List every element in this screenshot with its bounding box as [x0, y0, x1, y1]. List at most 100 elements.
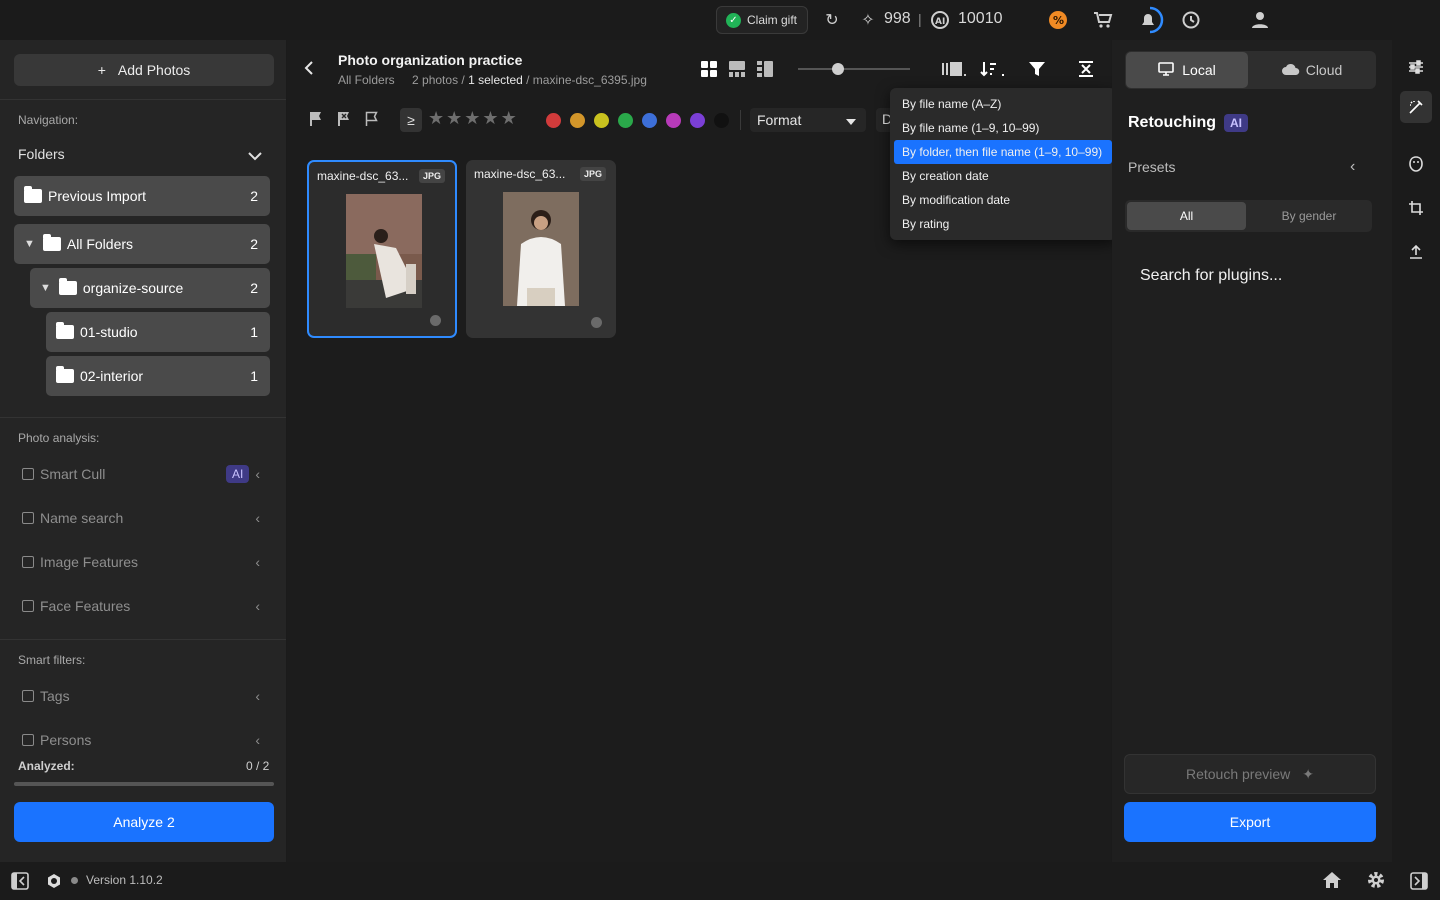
star-icon[interactable]: ★	[501, 108, 517, 129]
flag-picked-icon[interactable]	[309, 111, 323, 132]
back-icon[interactable]	[302, 58, 322, 80]
crop-icon[interactable]	[1400, 192, 1432, 224]
presets-label[interactable]: Presets	[1128, 159, 1175, 175]
chevron-left-icon[interactable]: ‹	[255, 688, 260, 704]
color-label-dot[interactable]	[714, 113, 729, 128]
compare-view-icon[interactable]	[757, 61, 773, 82]
color-label-dot[interactable]	[642, 113, 657, 128]
smart-cull-option[interactable]: Smart Cull AI ‹	[22, 464, 272, 484]
color-label-dot[interactable]	[618, 113, 633, 128]
color-label-dot[interactable]	[591, 317, 602, 328]
settings-gear-icon[interactable]	[1366, 870, 1386, 895]
chevron-left-icon[interactable]: ‹	[255, 510, 260, 526]
folder-previous-import[interactable]: Previous Import 2	[14, 176, 270, 216]
notifications-icon[interactable]	[1134, 0, 1164, 40]
color-label-filter[interactable]	[546, 113, 729, 128]
color-label-dot[interactable]	[430, 315, 441, 326]
chevron-down-icon[interactable]: ▼	[40, 282, 51, 294]
folder-all-folders[interactable]: ▼ All Folders 2	[14, 224, 270, 264]
tags-filter[interactable]: Tags ‹	[22, 686, 272, 706]
collapse-left-panel-icon[interactable]	[11, 872, 29, 895]
export-upload-icon[interactable]	[1400, 236, 1432, 268]
photo-thumbnail[interactable]	[503, 192, 579, 306]
color-label-dot[interactable]	[594, 113, 609, 128]
checkbox[interactable]	[22, 734, 34, 746]
flag-rejected-icon[interactable]	[337, 111, 351, 132]
color-label-dot[interactable]	[570, 113, 585, 128]
collapse-icon[interactable]	[1078, 61, 1094, 82]
all-tab[interactable]: All	[1127, 202, 1246, 230]
face-features-option[interactable]: Face Features ‹	[22, 596, 272, 616]
star-icon[interactable]: ★	[446, 108, 462, 129]
discount-icon[interactable]: %	[1047, 0, 1069, 40]
folder-count: 2	[250, 280, 258, 296]
checkbox[interactable]	[22, 512, 34, 524]
user-icon[interactable]	[1250, 0, 1270, 40]
grid-view-icon[interactable]	[701, 61, 717, 82]
zoom-slider-track[interactable]	[798, 68, 910, 70]
status-dot	[71, 877, 78, 884]
checkbox[interactable]	[22, 556, 34, 568]
sort-option[interactable]: By file name (1–9, 10–99)	[894, 116, 1112, 140]
export-button[interactable]: Export	[1124, 802, 1376, 842]
photo-card[interactable]: maxine-dsc_63... JPG	[466, 160, 616, 338]
checkbox[interactable]	[22, 468, 34, 480]
home-icon[interactable]	[1322, 871, 1342, 894]
color-label-dot[interactable]	[546, 113, 561, 128]
format-dropdown[interactable]: Format	[750, 108, 866, 132]
sort-icon[interactable]	[980, 60, 1006, 83]
chevron-left-icon[interactable]: ‹	[255, 554, 260, 570]
cart-icon[interactable]	[1092, 0, 1114, 40]
chevron-down-icon[interactable]: ▼	[24, 238, 35, 250]
persons-filter[interactable]: Persons ‹	[22, 730, 272, 750]
retouch-preview-button[interactable]: Retouch preview ✦	[1124, 754, 1376, 794]
sort-option[interactable]: By file name (A–Z)	[894, 92, 1112, 116]
stack-icon[interactable]	[942, 60, 968, 83]
checkbox[interactable]	[22, 600, 34, 612]
breadcrumb-folder[interactable]: All Folders	[338, 73, 395, 87]
analyze-button[interactable]: Analyze 2	[14, 802, 274, 842]
chevron-down-icon	[248, 148, 262, 164]
by-gender-tab[interactable]: By gender	[1248, 202, 1370, 230]
sort-option[interactable]: By creation date	[894, 164, 1112, 188]
adjustments-icon[interactable]	[1400, 51, 1432, 83]
folders-dropdown[interactable]: Folders	[18, 146, 268, 162]
star-icon[interactable]: ★	[464, 108, 480, 129]
photo-card[interactable]: maxine-dsc_63... JPG	[307, 160, 457, 338]
folder-01-studio[interactable]: 01-studio 1	[46, 312, 270, 352]
checkbox[interactable]	[22, 690, 34, 702]
search-plugins-text[interactable]: Search for plugins...	[1140, 267, 1282, 285]
history-icon[interactable]	[1180, 0, 1202, 40]
sort-option-selected[interactable]: By folder, then file name (1–9, 10–99)	[894, 140, 1112, 164]
mask-icon[interactable]	[1400, 148, 1432, 180]
chevron-left-icon[interactable]: ‹	[1350, 158, 1355, 176]
local-tab[interactable]: Local	[1126, 52, 1248, 88]
zoom-slider-handle[interactable]	[832, 63, 844, 75]
rating-comparator[interactable]: ≥	[400, 108, 422, 132]
filmstrip-view-icon[interactable]	[729, 61, 745, 82]
filter-icon[interactable]	[1029, 61, 1045, 82]
date-dropdown[interactable]: D	[876, 108, 890, 132]
photo-thumbnail[interactable]	[346, 194, 422, 308]
sort-option[interactable]: By rating	[894, 212, 1112, 236]
star-icon[interactable]: ★	[428, 108, 444, 129]
sort-option[interactable]: By modification date	[894, 188, 1112, 212]
add-photos-button[interactable]: + Add Photos	[14, 54, 274, 86]
collapse-right-panel-icon[interactable]	[1410, 872, 1428, 895]
folder-organize-source[interactable]: ▼ organize-source 2	[30, 268, 270, 308]
claim-gift-button[interactable]: ✓ Claim gift	[716, 6, 808, 34]
color-label-dot[interactable]	[690, 113, 705, 128]
cloud-tab[interactable]: Cloud	[1250, 52, 1374, 88]
chevron-left-icon[interactable]: ‹	[255, 466, 260, 482]
refresh-icon[interactable]: ↻	[822, 0, 842, 40]
chevron-left-icon[interactable]: ‹	[255, 732, 260, 748]
color-label-dot[interactable]	[666, 113, 681, 128]
name-search-option[interactable]: Name search ‹	[22, 508, 272, 528]
image-features-option[interactable]: Image Features ‹	[22, 552, 272, 572]
retouch-brush-icon[interactable]	[1400, 91, 1432, 123]
flag-unflagged-icon[interactable]	[365, 111, 379, 132]
chevron-left-icon[interactable]: ‹	[255, 598, 260, 614]
star-rating-filter[interactable]: ★ ★ ★ ★ ★	[428, 108, 517, 129]
folder-02-interior[interactable]: 02-interior 1	[46, 356, 270, 396]
star-icon[interactable]: ★	[482, 108, 498, 129]
